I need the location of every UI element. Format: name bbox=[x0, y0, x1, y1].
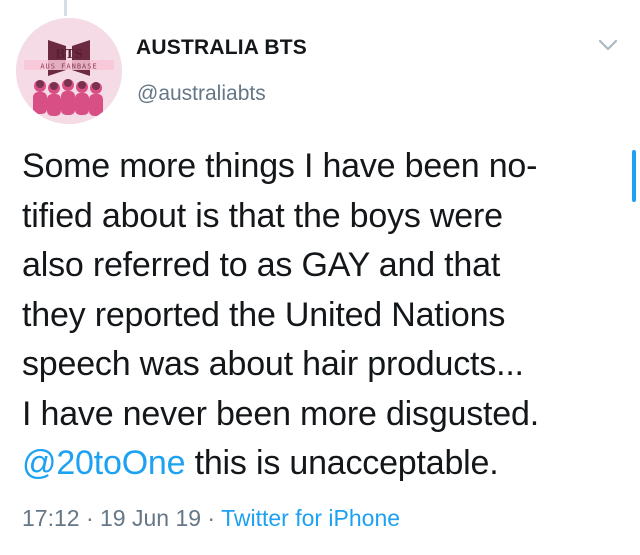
avatar-banner-text: AUS FANBASE bbox=[40, 63, 97, 71]
avatar-logo-text: BTS bbox=[55, 47, 83, 61]
scrollbar[interactable] bbox=[632, 150, 636, 202]
chevron-down-icon[interactable] bbox=[598, 38, 618, 52]
mention-link[interactable]: @20toOne bbox=[22, 444, 186, 482]
tweet-text: Some more things I have been no- tified … bbox=[22, 142, 622, 489]
tweet-time: 17:12 bbox=[22, 505, 80, 531]
tweet-text-line: they reported the United Nations bbox=[22, 295, 506, 334]
tweet-text-line: tified about is that the boys were bbox=[22, 196, 503, 235]
author-display-name[interactable]: AUSTRALIA BTS bbox=[136, 36, 307, 60]
tweet-source-link[interactable]: Twitter for iPhone bbox=[221, 505, 400, 531]
avatar[interactable]: BTS AUS FANBASE bbox=[16, 18, 122, 124]
tweet-text-line: also referred to as GAY and that bbox=[22, 246, 501, 284]
tweet-text-line: I have never been more disgusted. bbox=[22, 394, 539, 433]
meta-separator: · bbox=[79, 505, 101, 531]
tweet-view: BTS AUS FANBASE AUSTRALIA BTS @australia… bbox=[0, 0, 640, 555]
author-handle[interactable]: @australiabts bbox=[137, 82, 266, 106]
tweet-meta: 17:12 · 19 Jun 19 · Twitter for iPhone bbox=[22, 505, 400, 532]
tweet-date: 19 Jun 19 bbox=[100, 505, 202, 531]
meta-separator: · bbox=[201, 505, 222, 531]
avatar-image: BTS AUS FANBASE bbox=[16, 18, 122, 124]
tweet-text-line: Some more things I have been no- bbox=[22, 147, 538, 185]
tweet-text-line-last: @20toOne this is unacceptable. bbox=[22, 439, 622, 489]
tweet-text-tail: this is unacceptable. bbox=[185, 444, 499, 482]
thread-connector-line bbox=[64, 0, 67, 16]
tweet-text-line: speech was about hair products... bbox=[22, 345, 524, 383]
